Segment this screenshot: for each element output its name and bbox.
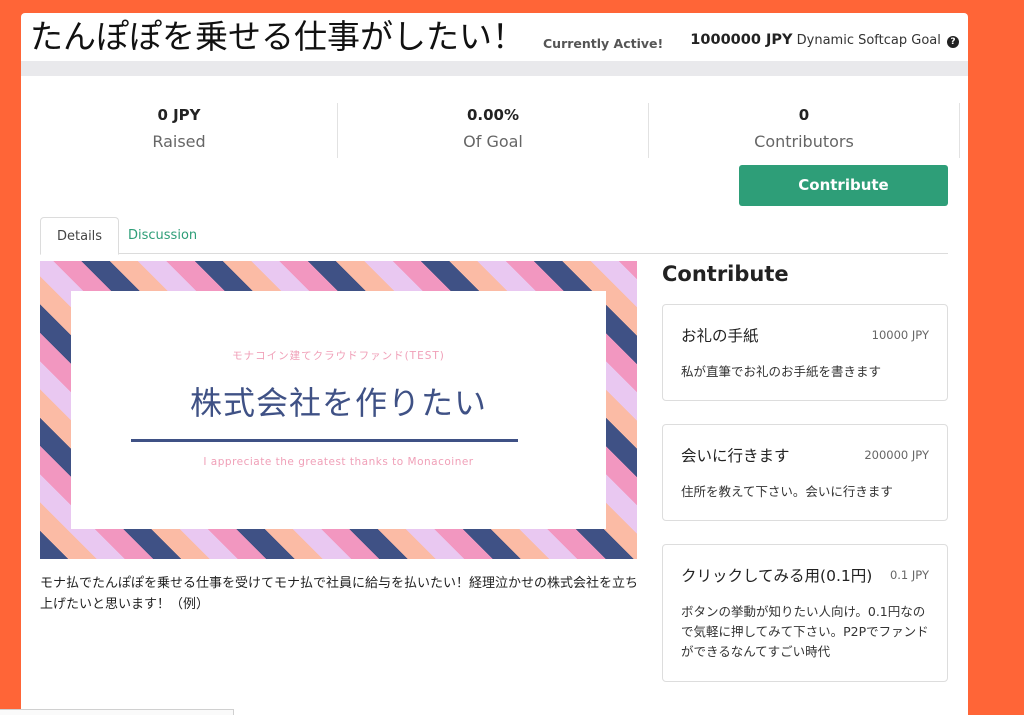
bottom-panel-edge xyxy=(0,709,234,715)
stat-raised-value: 0 JPY xyxy=(157,106,201,124)
reward-description: 住所を教えて下さい。会いに行きます xyxy=(681,484,893,499)
goal-info: 1000000 JPY Dynamic Softcap Goal ? xyxy=(690,32,959,48)
stat-raised-label: Raised xyxy=(152,132,206,151)
stat-raised: 0 JPY Raised xyxy=(21,103,338,158)
project-banner-image: モナコイン建てクラウドファンド(TEST) 株式会社を作りたい I apprec… xyxy=(40,261,637,559)
header-divider-band xyxy=(21,61,968,76)
stat-contributors-value: 0 xyxy=(798,106,810,124)
reward-price: 10000 JPY xyxy=(871,328,929,342)
banner-rule xyxy=(131,439,518,442)
question-circle-icon[interactable]: ? xyxy=(947,36,959,48)
banner-thanks: I appreciate the greatest thanks to Mona… xyxy=(203,456,474,468)
stat-contributors: 0 Contributors xyxy=(649,103,960,158)
project-header: たんぽぽを乗せる仕事がしたい！ Currently Active! 100000… xyxy=(21,13,968,61)
stat-goal-percent-value: 0.00% xyxy=(466,106,520,124)
reward-price: 200000 JPY xyxy=(864,448,929,462)
stats-row: 0 JPY Raised 0.00% Of Goal 0 Contributor… xyxy=(21,103,961,158)
project-description: モナ払でたんぽぽを乗せる仕事を受けてモナ払で社員に給与を払いたい！経理泣かせの株… xyxy=(40,576,639,612)
banner-headline: 株式会社を作りたい xyxy=(189,384,487,422)
stat-goal-percent-label: Of Goal xyxy=(463,132,523,151)
reward-description: ボタンの挙動が知りたい人向け。0.1円なので気軽に押してみて下さい。P2Pでファ… xyxy=(681,604,929,659)
banner-card: モナコイン建てクラウドファンド(TEST) 株式会社を作りたい I apprec… xyxy=(71,291,606,529)
goal-label: Dynamic Softcap Goal xyxy=(796,33,941,48)
stat-goal-percent: 0.00% Of Goal xyxy=(338,103,649,158)
reward-price: 0.1 JPY xyxy=(889,568,929,582)
contribute-button[interactable]: Contribute xyxy=(739,165,948,206)
goal-amount: 1000000 JPY xyxy=(690,32,793,48)
tab-bar: Details Discussion xyxy=(40,217,948,255)
tab-details[interactable]: Details xyxy=(40,217,120,255)
status-badge: Currently Active! xyxy=(543,36,664,51)
reward-card-letter[interactable]: お礼の手紙 10000 JPY 私が直筆でお礼のお手紙を書きます xyxy=(662,304,948,401)
banner-subtitle: モナコイン建てクラウドファンド(TEST) xyxy=(232,350,445,362)
reward-description: 私が直筆でお礼のお手紙を書きます xyxy=(681,364,882,379)
reward-name: お礼の手紙 xyxy=(681,327,759,345)
reward-card-visit[interactable]: 会いに行きます 200000 JPY 住所を教えて下さい。会いに行きます xyxy=(662,424,948,521)
project-title: たんぽぽを乗せる仕事がしたい！ xyxy=(30,17,525,56)
project-card: たんぽぽを乗せる仕事がしたい！ Currently Active! 100000… xyxy=(21,13,968,715)
tab-discussion[interactable]: Discussion xyxy=(112,217,213,254)
reward-name: 会いに行きます xyxy=(681,447,790,465)
sidebar-title: Contribute xyxy=(662,262,789,286)
reward-name: クリックしてみる用(0.1円) xyxy=(681,567,873,585)
reward-card-test-click[interactable]: クリックしてみる用(0.1円) 0.1 JPY ボタンの挙動が知りたい人向け。0… xyxy=(662,544,948,682)
stat-contributors-label: Contributors xyxy=(754,132,854,151)
